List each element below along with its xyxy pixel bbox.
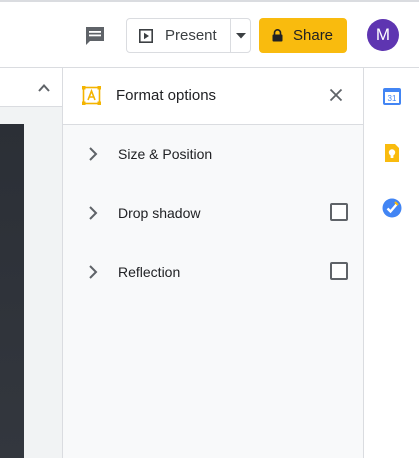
present-icon xyxy=(139,28,153,43)
section-label: Reflection xyxy=(118,264,181,280)
share-button[interactable]: Share xyxy=(259,18,347,53)
side-panel-rail: 31 xyxy=(364,67,419,458)
format-options-panel: Format options Size & Position Drop shad… xyxy=(62,67,364,458)
comment-history-button[interactable] xyxy=(83,24,107,48)
chevron-right-icon xyxy=(89,147,98,161)
format-options-icon xyxy=(82,86,101,105)
section-label: Drop shadow xyxy=(118,205,201,221)
calendar-icon: 31 xyxy=(383,88,401,105)
top-bar: Present Share M xyxy=(0,0,419,67)
close-icon xyxy=(329,88,343,102)
tasks-icon xyxy=(382,198,402,218)
caret-down-icon xyxy=(235,32,246,38)
present-button-group: Present xyxy=(126,18,251,53)
section-label: Size & Position xyxy=(118,146,213,162)
chevron-right-icon xyxy=(89,206,98,220)
share-label: Share xyxy=(293,27,334,44)
section-size-position[interactable]: Size & Position xyxy=(63,134,363,174)
calendar-button[interactable]: 31 xyxy=(382,86,402,106)
chevron-up-icon xyxy=(38,84,50,92)
lock-icon xyxy=(272,29,283,42)
comment-icon xyxy=(86,27,104,45)
account-avatar[interactable]: M xyxy=(367,19,399,51)
reflection-checkbox[interactable] xyxy=(330,262,348,280)
section-drop-shadow[interactable]: Drop shadow xyxy=(63,193,363,233)
keep-icon xyxy=(385,144,399,162)
keep-button[interactable] xyxy=(382,143,402,163)
present-label: Present xyxy=(165,27,217,44)
drop-shadow-checkbox[interactable] xyxy=(330,203,348,221)
slides-editor: Present Share M Format options Size & Po… xyxy=(0,0,419,458)
panel-header: Format options xyxy=(63,68,363,125)
tasks-button[interactable] xyxy=(382,198,402,218)
close-panel-button[interactable] xyxy=(329,88,343,102)
collapse-toolbar-button[interactable] xyxy=(36,80,52,96)
slide-toolbar xyxy=(0,67,62,107)
panel-title: Format options xyxy=(116,87,217,104)
chevron-right-icon xyxy=(89,265,98,279)
section-reflection[interactable]: Reflection xyxy=(63,252,363,292)
svg-text:31: 31 xyxy=(388,94,397,103)
present-dropdown-button[interactable] xyxy=(231,19,250,52)
slide-thumbnail[interactable] xyxy=(0,124,24,458)
present-button[interactable]: Present xyxy=(127,19,231,52)
